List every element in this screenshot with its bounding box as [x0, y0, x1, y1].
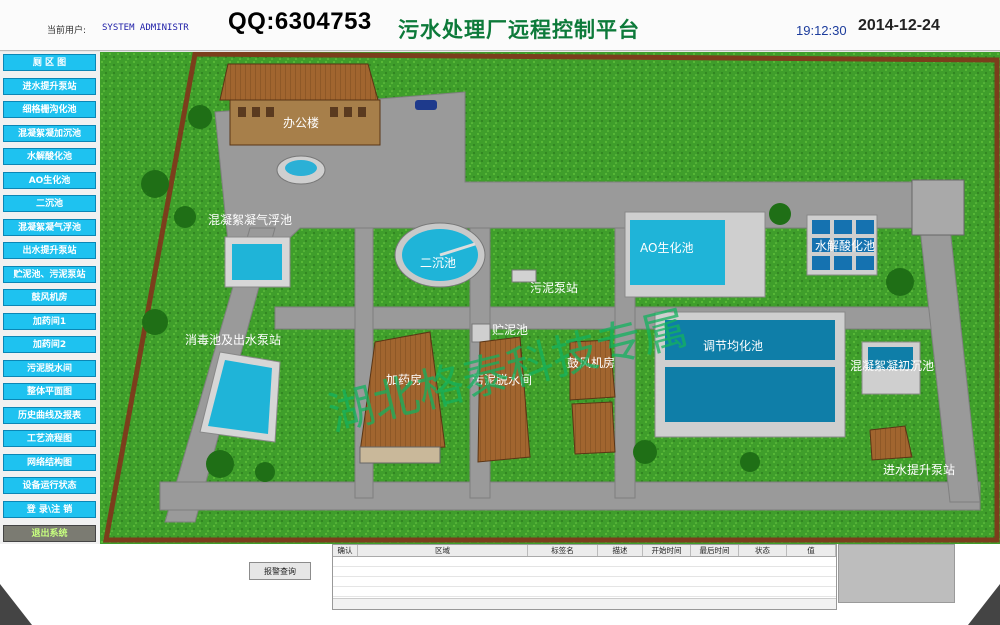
nav-inlet-pump-station[interactable]: 进水提升泵站: [3, 78, 96, 95]
label-disinfection: 消毒池及出水泵站: [185, 333, 281, 347]
table-row: [333, 557, 836, 567]
label-sludge-pump: 污泥泵站: [530, 281, 578, 295]
nav-secondary-clarifier[interactable]: 二沉池: [3, 195, 96, 212]
col-status[interactable]: 状态: [739, 545, 787, 556]
nav-ao-tank[interactable]: AO生化池: [3, 172, 96, 189]
page-title: 污水处理厂远程控制平台: [398, 17, 640, 42]
label-office: 办公楼: [283, 115, 319, 130]
nav-exit-system[interactable]: 退出系统: [3, 525, 96, 542]
office-building[interactable]: 办公楼: [219, 63, 381, 146]
col-confirm[interactable]: 确认: [333, 545, 358, 556]
nav-network-diagram[interactable]: 网络结构图: [3, 454, 96, 471]
nav-history-reports[interactable]: 历史曲线及报表: [3, 407, 96, 424]
alarm-table[interactable]: 确认 区域 标签名 描述 开始时间 最后时间 状态 值: [332, 544, 837, 610]
col-area[interactable]: 区域: [358, 545, 528, 556]
secondary-clarifier[interactable]: 二沉池: [394, 222, 486, 288]
nav-coag-settling[interactable]: 混凝絮凝加沉池: [3, 125, 96, 142]
horizontal-scrollbar[interactable]: [333, 598, 836, 609]
col-last-time[interactable]: 最后时间: [691, 545, 739, 556]
nav-sludge-tank[interactable]: 贮泥池、污泥泵站: [3, 266, 96, 283]
alarm-query-button[interactable]: 报警查询: [249, 562, 311, 580]
col-value[interactable]: 值: [787, 545, 836, 556]
label-equalization: 调节均化池: [703, 339, 763, 353]
alarm-panel: 报警查询 确认 区域 标签名 描述 开始时间 最后时间 状态 值: [0, 544, 1000, 625]
gate-house: [911, 179, 965, 236]
table-row: [333, 567, 836, 577]
clock-time: 19:12:30: [796, 23, 847, 38]
alarm-table-header: 确认 区域 标签名 描述 开始时间 最后时间 状态 值: [333, 545, 836, 557]
nav-fine-screen[interactable]: 细格栅沟化池: [3, 101, 96, 118]
car-icon: [415, 100, 437, 110]
nav-coag-flotation[interactable]: 混凝絮凝气浮池: [3, 219, 96, 236]
nav-login-logout[interactable]: 登 录\注 销: [3, 501, 96, 518]
label-inlet-pump: 进水提升泵站: [883, 462, 955, 477]
ao-tank[interactable]: AO生化池: [624, 211, 766, 298]
clock-date: 2014-12-24: [858, 17, 940, 34]
label-secondary-clarifier: 二沉池: [420, 256, 456, 270]
nav-plant-overview[interactable]: 厕 区 图: [3, 54, 96, 71]
nav-dosing-room-1[interactable]: 加药间1: [3, 313, 96, 330]
nav-site-plan[interactable]: 整体平面图: [3, 383, 96, 400]
plant-overview-map: 办公楼 混凝絮凝气浮池 二沉池 AO生化池 水解酸化池 污泥泵站 贮泥池 消毒池…: [100, 52, 1000, 544]
label-flotation: 混凝絮凝气浮池: [208, 212, 292, 227]
table-row: [333, 587, 836, 597]
nav-process-flow[interactable]: 工艺流程图: [3, 430, 96, 447]
current-user-name: SYSTEM ADMINISTR: [102, 23, 189, 33]
label-hydrolysis: 水解酸化池: [815, 238, 875, 253]
col-start-time[interactable]: 开始时间: [643, 545, 691, 556]
frame-corner-right: [968, 584, 1000, 625]
nav-hydrolysis[interactable]: 水解酸化池: [3, 148, 96, 165]
alarm-detail-panel: [838, 544, 955, 603]
nav-device-status[interactable]: 设备运行状态: [3, 477, 96, 494]
qq-watermark: QQ:6304753: [228, 8, 372, 35]
label-ao-tank: AO生化池: [640, 241, 693, 255]
nav-sludge-dewatering[interactable]: 污泥脱水间: [3, 360, 96, 377]
nav-dosing-room-2[interactable]: 加药间2: [3, 336, 96, 353]
sidebar-nav: 厕 区 图 进水提升泵站 细格栅沟化池 混凝絮凝加沉池 水解酸化池 AO生化池 …: [0, 52, 100, 544]
nav-outlet-pump[interactable]: 出水提升泵站: [3, 242, 96, 259]
table-row: [333, 577, 836, 587]
col-description[interactable]: 描述: [598, 545, 643, 556]
current-user-label: 当前用户:: [47, 26, 87, 36]
label-primary-settling: 混凝絮凝初沉池: [850, 358, 934, 373]
nav-blower-room[interactable]: 鼓风机房: [3, 289, 96, 306]
frame-corner-left: [0, 584, 32, 625]
top-bar: 当前用户: SYSTEM ADMINISTR QQ:6304753 污水处理厂远…: [0, 0, 1000, 51]
label-sludge-storage: 贮泥池: [492, 322, 528, 337]
col-tag[interactable]: 标签名: [528, 545, 598, 556]
hydrolysis-tank[interactable]: 水解酸化池: [806, 214, 878, 276]
